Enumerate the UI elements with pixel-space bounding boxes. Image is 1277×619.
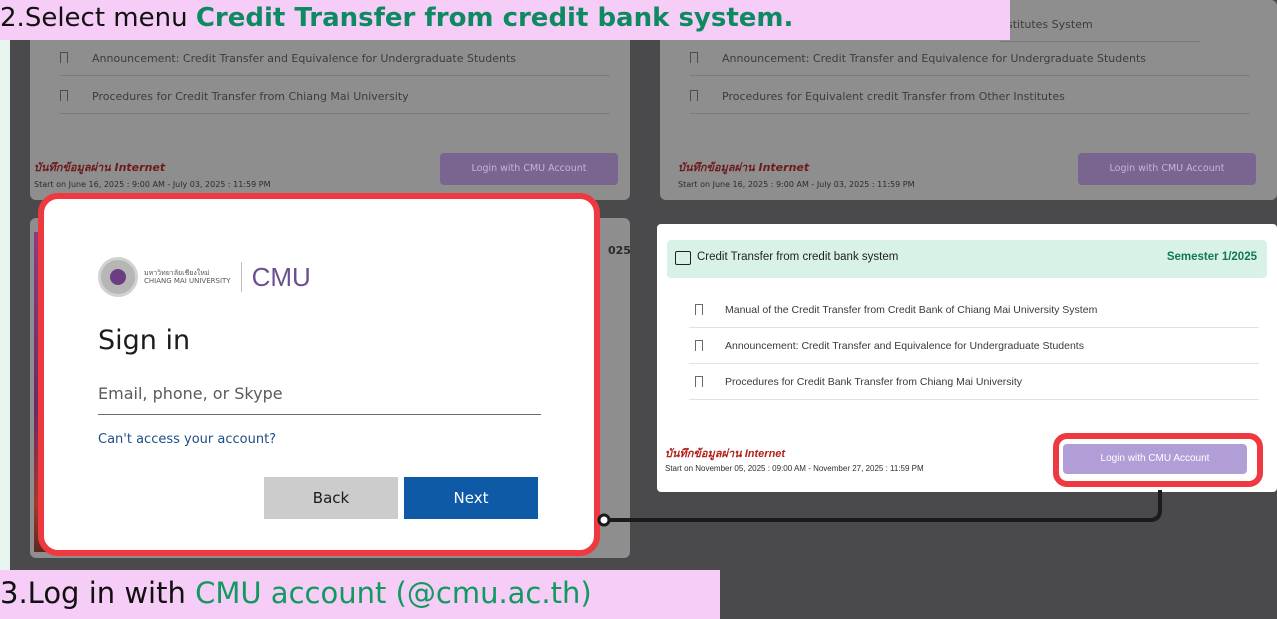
cant-access-link[interactable]: Can't access your account? <box>98 432 276 447</box>
semester-label: Semester 1/2025 <box>1166 251 1257 263</box>
document-list: Manual of the Credit Transfer from Credi… <box>689 292 1259 400</box>
chat-icon <box>675 251 691 265</box>
right-card-login-button[interactable]: Login with CMU Account <box>1078 153 1256 185</box>
step-2-number: 2. <box>0 3 25 33</box>
right-card-row: Announcement: Credit Transfer and Equiva… <box>690 42 1250 76</box>
login-with-cmu-account-button[interactable]: Login with CMU Account <box>1063 444 1247 474</box>
cmu-brand: CMU <box>251 261 311 292</box>
left-card-login-button[interactable]: Login with CMU Account <box>440 153 618 185</box>
left-card-record-label: บันทึกข้อมูลผ่าน Internet <box>34 161 166 174</box>
left-card-date: Start on June 16, 2025 : 9:00 AM - July … <box>34 180 271 189</box>
university-name: มหาวิทยาลัยเชียงใหม่ CHIANG MAI UNIVERSI… <box>144 269 231 285</box>
bookmark-icon <box>695 340 703 351</box>
bookmark-icon <box>695 376 703 387</box>
right-card-row: Procedures for Equivalent credit Transfe… <box>690 80 1250 114</box>
bookmark-icon <box>60 90 68 101</box>
bookmark-icon <box>695 304 703 315</box>
logo-divider <box>240 262 242 292</box>
signin-dialog: มหาวิทยาลัยเชียงใหม่ CHIANG MAI UNIVERSI… <box>38 193 600 556</box>
step-3-prefix: Log in with <box>27 576 196 610</box>
registration-period: Start on November 05, 2025 : 09:00 AM - … <box>665 464 924 473</box>
right-card-date: Start on June 16, 2025 : 9:00 AM - July … <box>678 180 915 189</box>
cmu-logo: มหาวิทยาลัยเชียงใหม่ CHIANG MAI UNIVERSI… <box>98 257 311 297</box>
credit-transfer-title: Credit Transfer from credit bank system <box>697 251 899 263</box>
step-3-instruction: 3.Log in with CMU account (@cmu.ac.th) <box>0 570 720 619</box>
step-2-prefix: Select menu <box>24 3 196 33</box>
right-card-row: nstitutes System <box>1000 8 1200 42</box>
document-item[interactable]: Manual of the Credit Transfer from Credi… <box>689 292 1259 328</box>
step-3-highlight: CMU account (@cmu.ac.th) <box>195 576 592 610</box>
step-3-number: 3. <box>0 576 28 610</box>
university-name-english: CHIANG MAI UNIVERSITY <box>144 277 231 285</box>
credit-transfer-menu-header[interactable]: Credit Transfer from credit bank system … <box>667 240 1267 278</box>
document-item[interactable]: Announcement: Credit Transfer and Equiva… <box>689 328 1259 364</box>
left-card-row: Announcement: Credit Transfer and Equiva… <box>60 42 610 76</box>
bookmark-icon <box>690 90 698 101</box>
bookmark-icon <box>60 52 68 63</box>
back-button[interactable]: Back <box>264 477 398 519</box>
university-seal-icon <box>98 257 138 297</box>
next-button[interactable]: Next <box>404 477 538 519</box>
left-lower-year: 025 <box>608 244 631 257</box>
signin-title: Sign in <box>98 325 191 356</box>
step-2-highlight: Credit Transfer from credit bank system. <box>195 3 794 33</box>
bookmark-icon <box>690 52 698 63</box>
step-2-instruction: 2.Select menu Credit Transfer from credi… <box>0 0 1010 40</box>
right-card-record-label: บันทึกข้อมูลผ่าน Internet <box>678 161 810 174</box>
credit-transfer-panel: Credit Transfer from credit bank system … <box>657 224 1277 492</box>
university-name-thai: มหาวิทยาลัยเชียงใหม่ <box>144 269 210 277</box>
email-input[interactable] <box>98 373 541 415</box>
record-label: บันทึกข้อมูลผ่าน Internet <box>665 448 786 460</box>
left-card-row: Procedures for Credit Transfer from Chia… <box>60 80 610 114</box>
document-item[interactable]: Procedures for Credit Bank Transfer from… <box>689 364 1259 400</box>
